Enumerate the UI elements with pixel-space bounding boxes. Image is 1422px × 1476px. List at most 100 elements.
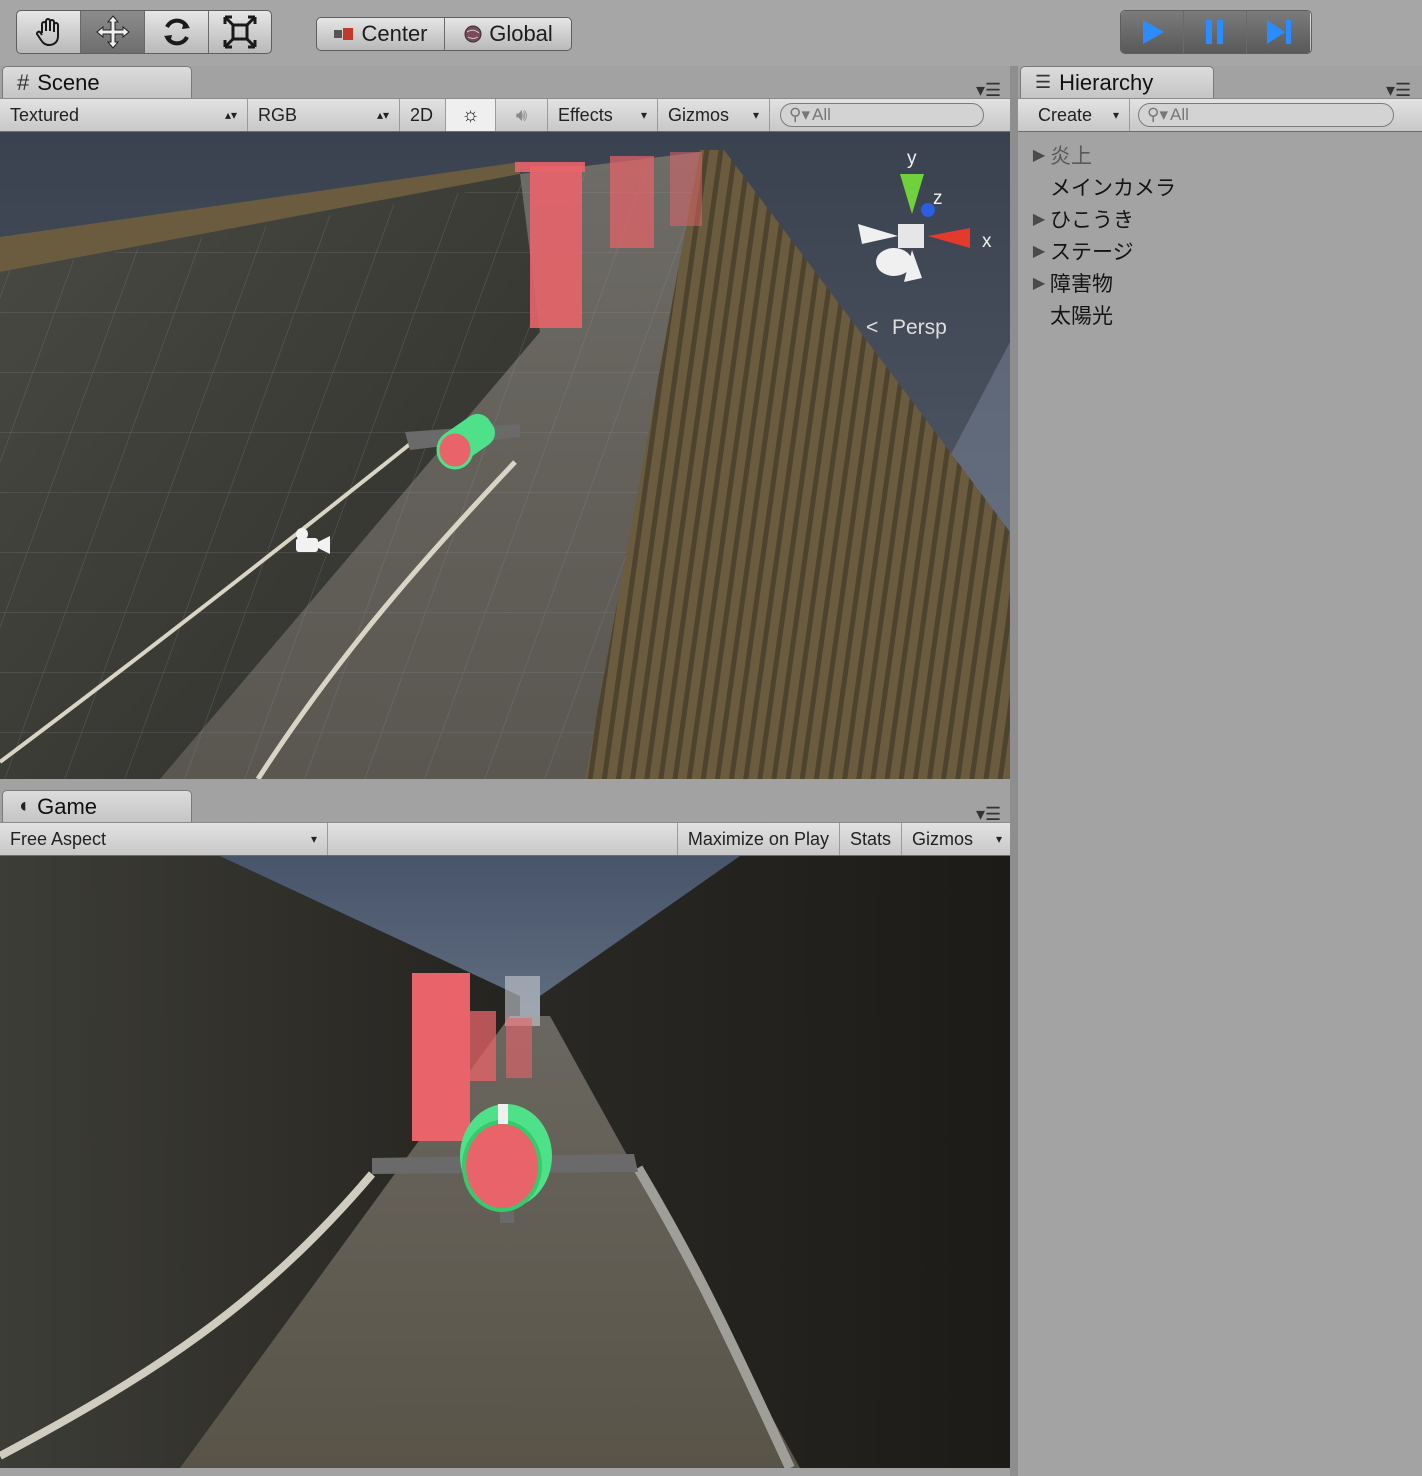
hierarchy-search-wrap: ⚲▾ All [1130, 103, 1394, 127]
scene-control-bar: Textured ▴▾ RGB ▴▾ 2D ☼ 🔊︎ Effects ▾ Giz… [0, 98, 1012, 132]
grid-icon: # [17, 69, 30, 95]
expand-arrow-icon[interactable]: ▶ [1028, 273, 1050, 293]
expand-arrow-icon[interactable]: ▶ [1028, 209, 1050, 229]
obstacle-1 [530, 166, 582, 328]
chevron-down-icon: ▾ [752, 108, 759, 122]
scene-viewport[interactable]: y z x < Persp [0, 132, 1010, 779]
lighting-toggle[interactable]: ☼ [446, 99, 496, 131]
draw-mode-dropdown[interactable]: Textured ▴▾ [0, 99, 248, 131]
playback-controls [1120, 10, 1312, 54]
aspect-label: Free Aspect [10, 828, 107, 849]
pause-icon [1206, 20, 1223, 44]
step-icon [1266, 20, 1291, 44]
maximize-on-play-toggle[interactable]: Maximize on Play [676, 823, 840, 855]
2d-toggle[interactable]: 2D [400, 99, 446, 131]
hierarchy-item[interactable]: 太陽光 [1018, 299, 1422, 331]
pivot-controls: Center Global [316, 17, 572, 51]
scale-tool-button[interactable] [209, 11, 271, 53]
2d-label: 2D [410, 104, 434, 125]
hierarchy-list: ▶ 炎上 メインカメラ ▶ ひこうき ▶ ステージ ▶ 障害物 太陽光 [1018, 133, 1422, 1476]
move-tool-button[interactable] [81, 11, 145, 53]
main-toolbar: Center Global [0, 0, 1422, 66]
dropdown-arrows-icon: ▴▾ [224, 108, 237, 122]
hierarchy-item[interactable]: ▶ 障害物 [1018, 267, 1422, 299]
axis-y-label: y [907, 148, 917, 169]
search-icon: ⚲▾ [789, 105, 810, 124]
hierarchy-item[interactable]: ▶ ひこうき [1018, 203, 1422, 235]
persp-label[interactable]: Persp [892, 316, 947, 339]
stats-toggle[interactable]: Stats [840, 823, 902, 855]
aspect-dropdown[interactable]: Free Aspect ▾ [0, 823, 328, 855]
hierarchy-tab-label: Hierarchy [1059, 69, 1154, 95]
game-gizmos-label: Gizmos [912, 828, 974, 849]
tab-hierarchy[interactable]: ☰ Hierarchy [1020, 66, 1214, 98]
hand-tool-button[interactable] [17, 11, 81, 53]
play-button[interactable] [1121, 11, 1184, 53]
panel-divider[interactable] [1010, 66, 1018, 1476]
scale-icon [223, 15, 257, 49]
gizmos-label: Gizmos [668, 104, 730, 125]
hierarchy-item-label: 太陽光 [1050, 305, 1113, 328]
game-obstacle-1 [412, 973, 470, 1141]
game-render [0, 856, 1010, 1468]
move-icon [95, 15, 130, 49]
create-label: Create [1038, 104, 1093, 125]
pivot-center-icon [334, 28, 354, 40]
sun-icon: ☼ [461, 103, 480, 126]
expand-arrow-icon[interactable]: ▶ [1028, 145, 1050, 165]
game-obstacle-2 [470, 1011, 496, 1081]
game-viewport[interactable] [0, 856, 1010, 1468]
scene-search-wrap: ⚲▾ All [770, 103, 984, 127]
tab-game[interactable]: ◖ Game [2, 790, 192, 822]
chevron-down-icon: ▾ [310, 832, 317, 846]
search-icon: ⚲▾ [1147, 105, 1168, 124]
pacman-icon: ◖ [17, 795, 30, 817]
game-gizmos-dropdown[interactable]: Gizmos ▾ [902, 823, 1012, 855]
hierarchy-item-label: 障害物 [1050, 273, 1113, 296]
chevron-down-icon: ▾ [640, 108, 647, 122]
hierarchy-item-label: ひこうき [1050, 209, 1134, 232]
step-button[interactable] [1247, 11, 1310, 53]
scene-search-input[interactable]: ⚲▾ All [780, 103, 984, 127]
hierarchy-item[interactable]: ▶ ステージ [1018, 235, 1422, 267]
game-obstacle-3 [506, 1018, 532, 1078]
axis-x-label: x [982, 231, 992, 252]
create-dropdown[interactable]: Create ▾ [1028, 99, 1130, 131]
render-mode-label: RGB [258, 104, 298, 125]
hierarchy-item-label: メインカメラ [1050, 177, 1176, 200]
rotate-icon [163, 18, 190, 46]
pivot-global-label: Global [489, 21, 553, 46]
hierarchy-item[interactable]: メインカメラ [1018, 171, 1422, 203]
tab-scene[interactable]: # Scene [2, 66, 192, 98]
expand-arrow-icon[interactable]: ▶ [1028, 241, 1050, 261]
rotate-tool-button[interactable] [145, 11, 209, 53]
chevron-down-icon: ▾ [995, 832, 1002, 846]
scene-render: y z x < Persp [0, 132, 1010, 779]
hierarchy-search-placeholder: All [1169, 105, 1189, 124]
transform-tools [16, 10, 272, 54]
audio-toggle[interactable]: 🔊︎ [496, 99, 548, 131]
hand-icon [35, 18, 59, 47]
effects-label: Effects [558, 104, 613, 125]
hierarchy-control-bar: Create ▾ ⚲▾ All [1018, 98, 1422, 132]
scene-tab-label: Scene [37, 69, 100, 95]
render-mode-dropdown[interactable]: RGB ▴▾ [248, 99, 400, 131]
globe-icon [464, 25, 482, 43]
stats-label: Stats [849, 828, 891, 849]
game-tab-label: Game [37, 793, 98, 819]
axis-z-label: z [933, 188, 943, 209]
pivot-center-button[interactable]: Center [317, 18, 445, 50]
play-icon [1143, 20, 1164, 44]
list-icon: ☰ [1035, 72, 1052, 92]
obstacle-3 [670, 152, 702, 226]
hierarchy-search-input[interactable]: ⚲▾ All [1138, 103, 1394, 127]
persp-icon: < [866, 316, 878, 339]
hierarchy-item-label: ステージ [1050, 241, 1134, 264]
obstacle-1-top [515, 162, 585, 172]
effects-dropdown[interactable]: Effects ▾ [548, 99, 658, 131]
gizmos-dropdown[interactable]: Gizmos ▾ [658, 99, 770, 131]
pause-button[interactable] [1184, 11, 1247, 53]
pivot-global-button[interactable]: Global [445, 18, 571, 50]
pivot-center-label: Center [361, 21, 428, 46]
hierarchy-item[interactable]: ▶ 炎上 [1018, 139, 1422, 171]
